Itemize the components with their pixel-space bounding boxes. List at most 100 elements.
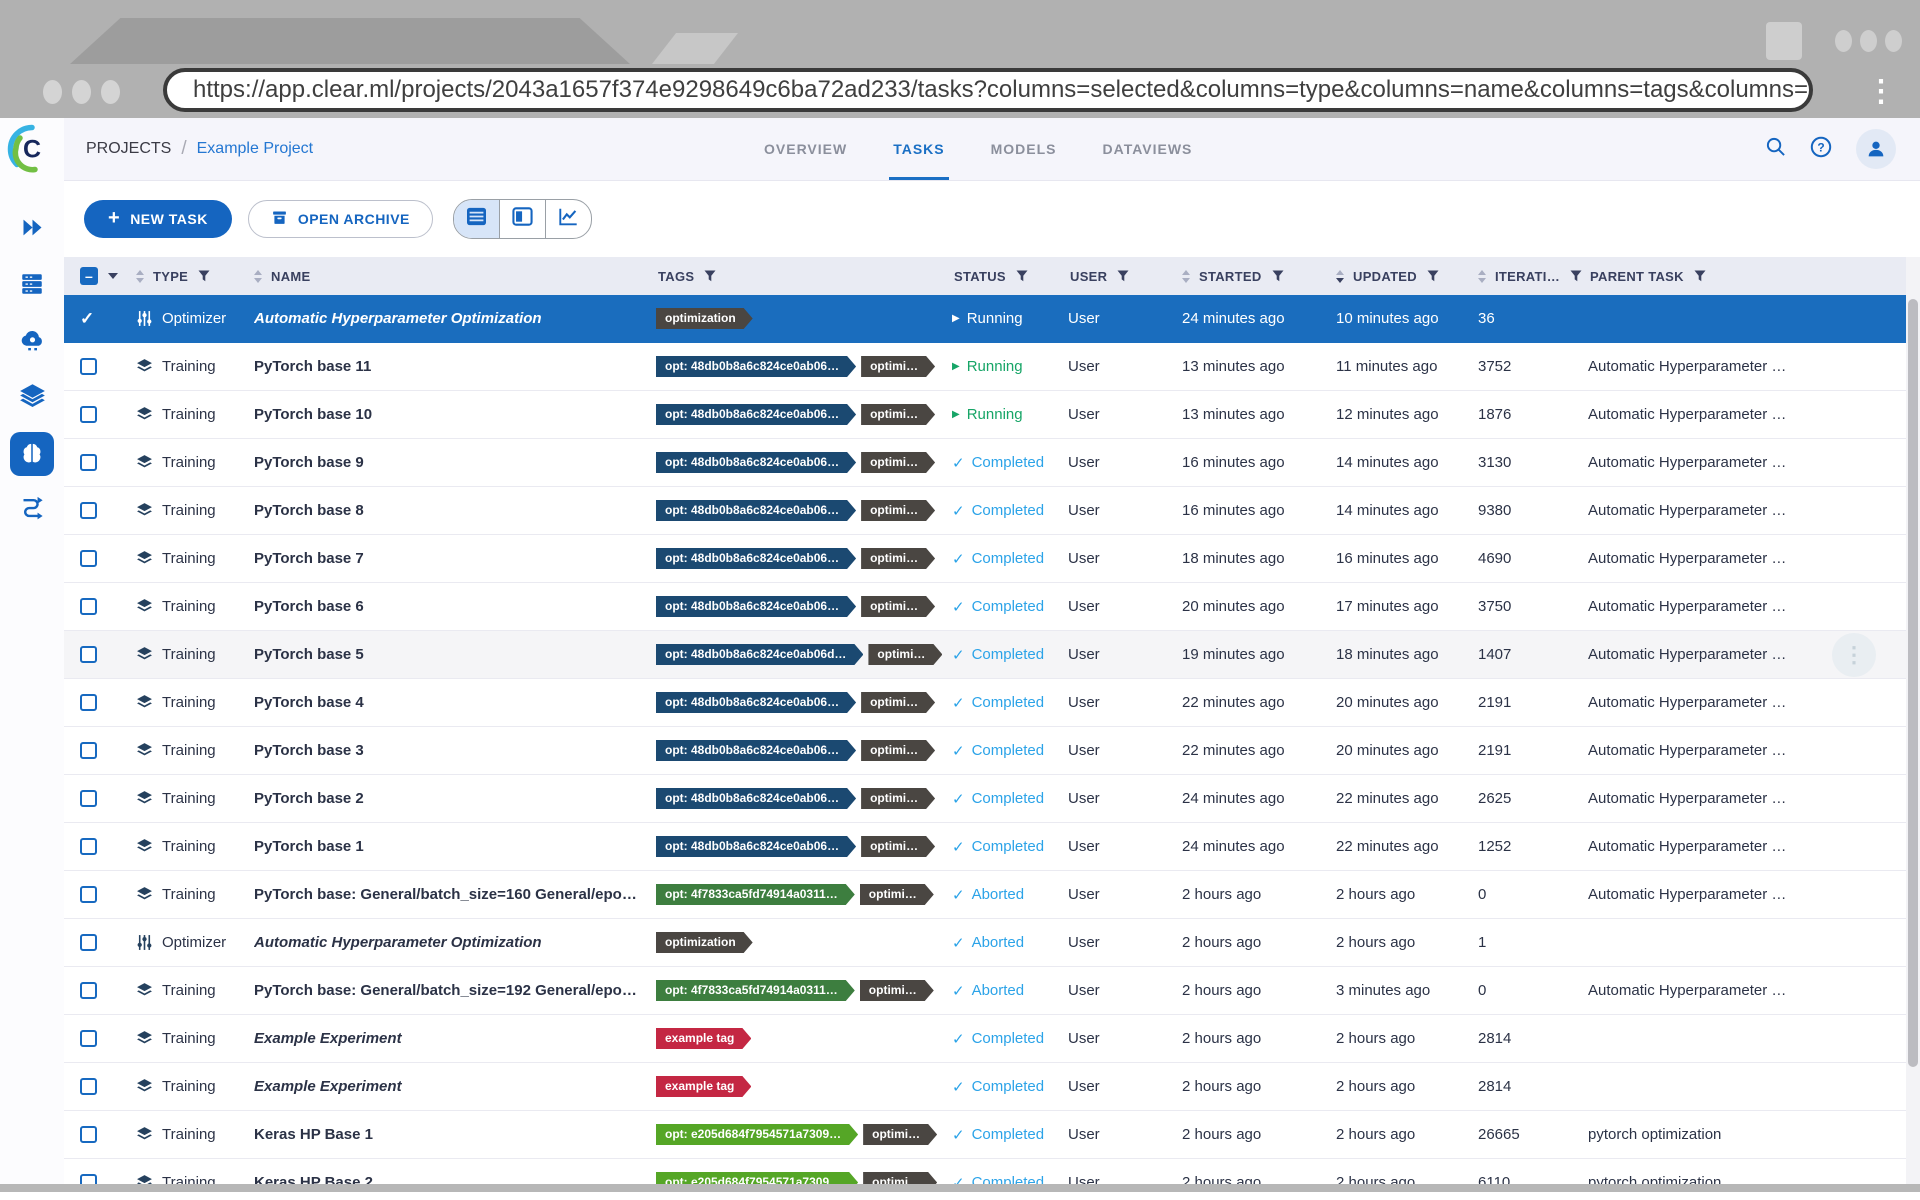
table-row[interactable]: Training PyTorch base 3 opt: 48db0b8a6c824… xyxy=(64,727,1920,775)
table-row[interactable]: Training PyTorch base 5 opt: 48db0b8a6c824… xyxy=(64,631,1920,679)
help-icon[interactable]: ? xyxy=(1810,136,1832,163)
parent-task: Automatic Hyperparameter … xyxy=(1588,790,1787,807)
column-header-updated[interactable]: UPDATED xyxy=(1336,269,1478,284)
sidebar-item-applications[interactable] xyxy=(0,318,64,366)
row-checkbox[interactable] xyxy=(80,790,97,807)
tab-overview[interactable]: OVERVIEW xyxy=(764,118,847,180)
row-checkbox[interactable] xyxy=(80,982,97,999)
row-checkbox[interactable] xyxy=(80,646,97,663)
column-header-status[interactable]: STATUS xyxy=(952,269,1068,284)
column-header-iterations[interactable]: ITERATI… xyxy=(1478,269,1588,284)
sort-icon[interactable] xyxy=(1336,269,1344,283)
new-task-button[interactable]: + NEW TASK xyxy=(84,200,232,238)
table-row[interactable]: Optimizer Automatic Hyperparameter Optimi… xyxy=(64,919,1920,967)
clearml-logo-icon[interactable]: C xyxy=(7,124,57,179)
row-checkbox[interactable] xyxy=(80,550,97,567)
sort-icon[interactable] xyxy=(136,269,144,283)
row-checkbox[interactable] xyxy=(80,694,97,711)
select-all-checkbox[interactable]: – xyxy=(80,267,98,285)
row-checkbox[interactable] xyxy=(80,406,97,423)
table-row[interactable]: Training Keras HP Base 1 opt: e205d684f795… xyxy=(64,1111,1920,1159)
started-time: 13 minutes ago xyxy=(1182,406,1285,423)
filter-icon[interactable] xyxy=(1694,270,1706,282)
table-row[interactable]: Training PyTorch base: General/batch_size… xyxy=(64,871,1920,919)
tag-badge: opt: 4f7833ca5fd74914a0311… xyxy=(656,884,855,905)
column-header-tags[interactable]: TAGS xyxy=(656,269,952,284)
column-header-name[interactable]: NAME xyxy=(254,269,656,284)
tab-models[interactable]: MODELS xyxy=(991,118,1057,180)
table-row[interactable]: ✓ Optimizer Automatic Hyperparameter Optim… xyxy=(64,295,1920,343)
started-time: 22 minutes ago xyxy=(1182,742,1285,759)
table-view-button[interactable] xyxy=(453,200,499,238)
row-menu-button[interactable]: ⋮ xyxy=(1832,633,1876,677)
select-all-caret-icon[interactable] xyxy=(108,273,118,279)
row-checkbox[interactable] xyxy=(80,742,97,759)
sort-icon[interactable] xyxy=(1182,269,1190,283)
search-icon[interactable] xyxy=(1765,136,1786,162)
table-row[interactable]: Training PyTorch base 1 opt: 48db0b8a6c824… xyxy=(64,823,1920,871)
table-row[interactable]: Training Example Experiment example tag ✓ Co… xyxy=(64,1063,1920,1111)
table-row[interactable]: Training PyTorch base 10 opt: 48db0b8a6c82… xyxy=(64,391,1920,439)
select-cell xyxy=(80,358,136,375)
filter-icon[interactable] xyxy=(1117,270,1129,282)
browser-new-tab-shape[interactable] xyxy=(652,33,738,64)
sidebar-item-pipelines[interactable] xyxy=(0,486,64,534)
table-row[interactable]: Training PyTorch base: General/batch_size… xyxy=(64,967,1920,1015)
window-control-icon[interactable] xyxy=(1766,22,1802,60)
column-header-user[interactable]: USER xyxy=(1068,269,1182,284)
column-header-parent[interactable]: PARENT TASK xyxy=(1588,269,1920,284)
row-checkbox[interactable] xyxy=(80,1030,97,1047)
row-checkbox[interactable] xyxy=(80,934,97,951)
row-checkbox[interactable] xyxy=(80,454,97,471)
filter-icon[interactable] xyxy=(1427,270,1439,282)
breadcrumb-projects[interactable]: PROJECTS xyxy=(86,140,171,158)
browser-nav-buttons[interactable] xyxy=(43,80,120,104)
table-row[interactable]: Training PyTorch base 8 opt: 48db0b8a6c824… xyxy=(64,487,1920,535)
address-bar[interactable]: https://app.clear.ml/projects/2043a1657f… xyxy=(163,68,1813,112)
column-header-type[interactable]: TYPE xyxy=(136,269,254,284)
table-row[interactable]: Training PyTorch base 2 opt: 48db0b8a6c824… xyxy=(64,775,1920,823)
row-checkbox[interactable] xyxy=(80,502,97,519)
breadcrumb-current-project[interactable]: Example Project xyxy=(197,140,314,158)
row-checkbox[interactable] xyxy=(80,838,97,855)
filter-icon[interactable] xyxy=(1570,270,1582,282)
open-archive-button[interactable]: OPEN ARCHIVE xyxy=(247,200,433,238)
table-row[interactable]: Training PyTorch base 6 opt: 48db0b8a6c824… xyxy=(64,583,1920,631)
scrollbar-thumb[interactable] xyxy=(1908,299,1918,1067)
browser-tab-shape[interactable] xyxy=(70,18,630,64)
table-row[interactable]: Training Example Experiment example tag ✓ Co… xyxy=(64,1015,1920,1063)
row-checkbox[interactable] xyxy=(80,358,97,375)
sort-icon[interactable] xyxy=(1478,269,1486,283)
filter-icon[interactable] xyxy=(704,270,716,282)
row-checkbox[interactable] xyxy=(80,1078,97,1095)
filter-icon[interactable] xyxy=(198,270,210,282)
table-row[interactable]: Training PyTorch base 4 opt: 48db0b8a6c824… xyxy=(64,679,1920,727)
plot-view-button[interactable] xyxy=(544,200,591,238)
tab-tasks[interactable]: TASKS xyxy=(889,118,950,180)
selected-check-icon[interactable]: ✓ xyxy=(80,309,94,329)
sidebar-item-datasets[interactable] xyxy=(0,374,64,422)
browser-menu-icon[interactable]: ⋮ xyxy=(1866,74,1896,110)
row-checkbox[interactable] xyxy=(80,598,97,615)
row-checkbox[interactable] xyxy=(80,1126,97,1143)
window-buttons[interactable] xyxy=(1835,30,1902,52)
sidebar-expand[interactable] xyxy=(0,206,64,254)
row-checkbox[interactable] xyxy=(80,886,97,903)
vertical-scrollbar[interactable] xyxy=(1906,257,1920,1192)
details-view-button[interactable] xyxy=(498,200,545,238)
filter-icon[interactable] xyxy=(1016,270,1028,282)
sidebar-item-projects[interactable] xyxy=(0,430,64,478)
column-header-started[interactable]: STARTED xyxy=(1182,269,1336,284)
sidebar-item-queues[interactable] xyxy=(0,262,64,310)
sort-icon[interactable] xyxy=(254,269,262,283)
tab-dataviews[interactable]: DATAVIEWS xyxy=(1103,118,1193,180)
table-row[interactable]: Training PyTorch base 9 opt: 48db0b8a6c824… xyxy=(64,439,1920,487)
task-type-label: Training xyxy=(162,598,216,615)
user-avatar[interactable] xyxy=(1856,129,1896,169)
table-row[interactable]: Training PyTorch base 7 opt: 48db0b8a6c824… xyxy=(64,535,1920,583)
type-cell: Training xyxy=(136,1126,254,1143)
column-header-select[interactable]: – xyxy=(80,267,136,285)
table-row[interactable]: Training PyTorch base 11 opt: 48db0b8a6c82… xyxy=(64,343,1920,391)
updated-time: 2 hours ago xyxy=(1336,1126,1416,1143)
filter-icon[interactable] xyxy=(1272,270,1284,282)
